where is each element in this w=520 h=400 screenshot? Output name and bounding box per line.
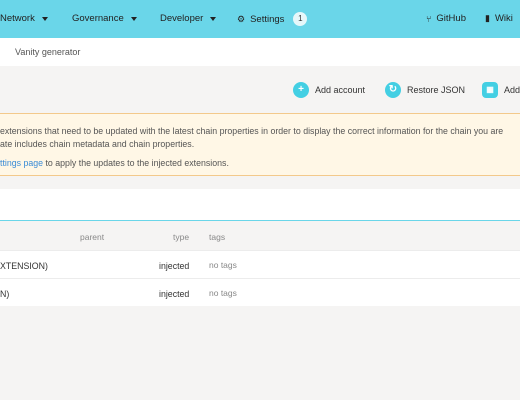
account-type: injected — [159, 289, 190, 299]
add-account-label: Add account — [315, 85, 366, 95]
add-account-button[interactable]: + Add account — [293, 82, 365, 98]
table-row[interactable]: N) injected no tags — [0, 278, 520, 306]
nav-network[interactable]: Network — [0, 13, 48, 24]
nav-governance[interactable]: Governance — [72, 13, 137, 24]
tab-vanity-generator[interactable]: Vanity generator — [15, 47, 80, 57]
sub-navigation-bar: Vanity generator — [0, 38, 520, 66]
sync-icon: ↻ — [385, 82, 401, 98]
nav-developer[interactable]: Developer — [160, 13, 217, 24]
account-tags: no tags — [209, 260, 237, 270]
nav-settings-label: Settings — [250, 13, 285, 25]
add-more-button[interactable]: ▦ Add — [482, 82, 520, 98]
settings-count-badge: 1 — [293, 12, 308, 26]
plus-icon: + — [293, 82, 309, 98]
warning-line-2: ate includes chain metadata and chain pr… — [0, 139, 195, 149]
restore-json-label: Restore JSON — [407, 85, 466, 95]
nav-network-label: Network — [0, 13, 35, 24]
book-icon: ▮ — [485, 13, 490, 23]
nav-wiki[interactable]: ▮ Wiki — [485, 13, 513, 24]
account-name: N) — [0, 289, 10, 299]
nav-developer-label: Developer — [160, 13, 204, 24]
nav-github[interactable]: ⑂ GitHub — [426, 13, 466, 24]
chevron-down-icon — [130, 16, 137, 21]
accounts-table-header: parent type tags — [0, 222, 520, 250]
account-type: injected — [159, 261, 190, 271]
code-branch-icon: ⑂ — [426, 13, 432, 24]
settings-page-link[interactable]: ttings page — [0, 158, 43, 168]
account-tags: no tags — [209, 288, 237, 298]
qrcode-icon: ▦ — [482, 82, 498, 98]
add-more-label: Add — [504, 85, 520, 95]
nav-github-label: GitHub — [436, 13, 466, 24]
header-tags: tags — [209, 232, 226, 242]
warning-line-1: extensions that need to be updated with … — [0, 126, 504, 136]
nav-governance-label: Governance — [72, 13, 124, 24]
account-name: XTENSION) — [0, 261, 48, 271]
chevron-down-icon — [41, 16, 48, 21]
update-warning-box: extensions that need to be updated with … — [0, 113, 520, 176]
header-type: type — [173, 232, 190, 242]
chevron-down-icon — [210, 16, 217, 21]
warning-line-3: ttings page to apply the updates to the … — [0, 158, 229, 168]
warning-line-3-text: to apply the updates to the injected ext… — [43, 158, 229, 168]
table-row[interactable]: XTENSION) injected no tags — [0, 250, 520, 278]
nav-wiki-label: Wiki — [494, 13, 513, 24]
top-navigation-bar: Network Governance Developer ⚙ Settings … — [0, 0, 520, 38]
header-parent: parent — [80, 232, 105, 242]
nav-settings[interactable]: ⚙ Settings 1 — [237, 12, 308, 26]
gears-icon: ⚙ — [237, 13, 246, 24]
restore-json-button[interactable]: ↻ Restore JSON — [385, 82, 465, 98]
filter-bar[interactable] — [0, 189, 520, 221]
